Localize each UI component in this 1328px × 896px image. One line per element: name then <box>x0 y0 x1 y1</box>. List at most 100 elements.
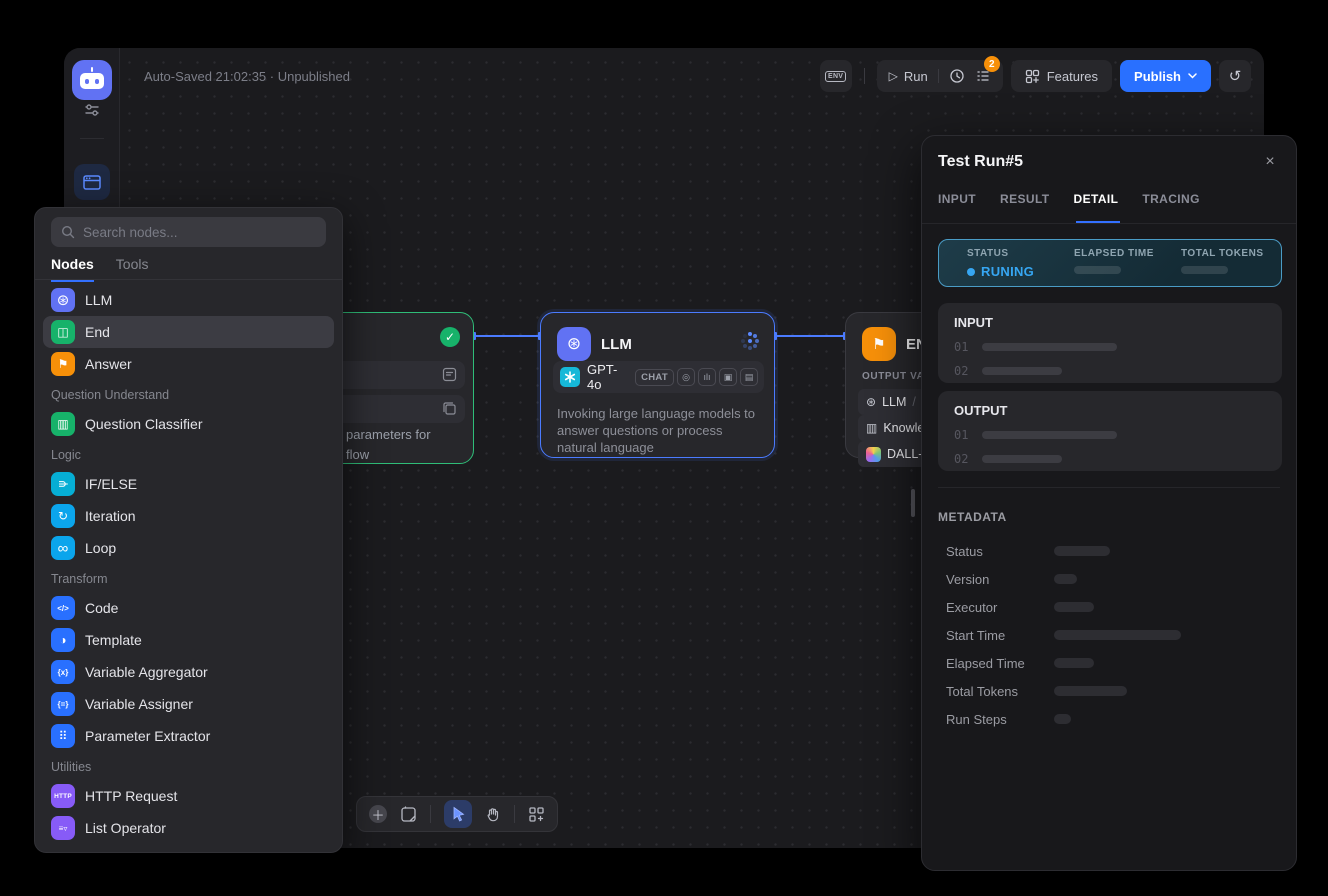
preview-window-button[interactable] <box>74 164 110 200</box>
metadata-row: Run Steps <box>946 712 1280 726</box>
canvas-toolbar: ＋ <box>356 796 558 832</box>
metadata-divider <box>938 487 1280 488</box>
run-button-group: ▷ Run 2 <box>877 60 1003 92</box>
topbar-divider <box>864 68 865 84</box>
features-button[interactable]: Features <box>1011 60 1112 92</box>
llm-node-icon: ⊛ <box>557 327 591 361</box>
skeleton-bar <box>1054 714 1071 724</box>
group-header: Utilities <box>43 752 334 780</box>
hand-tool-button[interactable] <box>485 806 501 822</box>
skeleton-bar <box>982 455 1062 463</box>
test-run-panel: Test Run#5 × INPUT RESULT DETAIL TRACING… <box>921 135 1297 871</box>
input-title: INPUT <box>954 315 1266 330</box>
skeleton-bar <box>982 367 1062 375</box>
node-item-end[interactable]: ◫ End <box>43 316 334 348</box>
sidebar-divider <box>80 138 104 139</box>
total-tokens-label: TOTAL TOKENS <box>1181 248 1264 259</box>
edge-llm-end <box>775 335 845 337</box>
skeleton-bar <box>982 431 1117 439</box>
checklist-button[interactable]: 2 <box>975 68 991 84</box>
skeleton-bar <box>1054 630 1181 640</box>
start-node-description: parameters for flow <box>346 425 431 465</box>
node-item-llm[interactable]: ⊛ LLM <box>43 284 334 316</box>
group-header: Logic <box>43 440 334 468</box>
search-placeholder: Search nodes... <box>83 225 178 240</box>
node-item-variable-assigner[interactable]: {=} Variable Assigner <box>43 688 334 720</box>
skeleton-bar <box>1054 658 1094 668</box>
edge-start-llm <box>474 335 540 337</box>
llm-ref-icon: ⊛ <box>866 395 876 409</box>
end-node-icon: ⚑ <box>862 327 896 361</box>
metadata-row: Total Tokens <box>946 684 1280 698</box>
end-icon: ◫ <box>51 320 75 344</box>
window-icon <box>83 175 101 190</box>
node-item-loop[interactable]: ∞ Loop <box>43 532 334 564</box>
chat-mode-badge: CHAT <box>635 369 674 386</box>
node-item-iteration[interactable]: ↻ Iteration <box>43 500 334 532</box>
history-icon: ↺ <box>1229 67 1242 85</box>
vision-capability-icon: ◎ <box>677 368 695 386</box>
node-item-code[interactable]: </> Code <box>43 592 334 624</box>
node-item-list-operator[interactable]: ≡▿ List Operator <box>43 812 334 844</box>
knowledge-icon: ▥ <box>866 421 877 435</box>
play-icon: ▷ <box>889 69 898 83</box>
status-value: RUNING <box>967 264 1034 279</box>
features-icon <box>1025 69 1040 84</box>
group-header: Transform <box>43 564 334 592</box>
sliders-icon[interactable] <box>84 102 100 118</box>
skeleton-bar <box>1054 546 1110 556</box>
node-item-if-else[interactable]: ⋔ IF/ELSE <box>43 468 334 500</box>
app-icon[interactable] <box>72 60 112 100</box>
llm-node-title: LLM <box>601 336 632 353</box>
elapsed-time-label: ELAPSED TIME <box>1074 248 1154 259</box>
question-classifier-icon: ▥ <box>51 412 75 436</box>
env-variables-button[interactable]: ENV <box>820 60 852 92</box>
node-item-answer[interactable]: ⚑ Answer <box>43 348 334 380</box>
if-else-icon: ⋔ <box>51 472 75 496</box>
run-history-icon[interactable] <box>949 68 965 84</box>
answer-icon: ⚑ <box>51 352 75 376</box>
add-node-button[interactable]: ＋ <box>369 805 387 823</box>
run-button[interactable]: ▷ Run <box>889 69 928 84</box>
chevron-down-icon <box>1188 73 1197 79</box>
tab-tracing[interactable]: TRACING <box>1142 192 1199 206</box>
skeleton-bar <box>1074 266 1121 274</box>
loop-icon: ∞ <box>51 536 75 560</box>
node-item-template[interactable]: ◑ Template <box>43 624 334 656</box>
auto-layout-button[interactable] <box>528 806 545 823</box>
metadata-row: Version <box>946 572 1280 586</box>
tab-result[interactable]: RESULT <box>1000 192 1050 206</box>
toolbar-divider <box>514 805 515 823</box>
list-operator-icon: ≡▿ <box>51 816 75 840</box>
http-request-icon: HTTP <box>51 784 75 808</box>
panel-divider <box>922 223 1296 224</box>
autosave-status: Auto-Saved 21:02:35 · Unpublished <box>144 69 350 84</box>
dalle-icon <box>866 447 881 462</box>
input-card: INPUT 01 02 <box>938 303 1282 383</box>
panel-resize-handle[interactable] <box>911 489 915 517</box>
search-input[interactable]: Search nodes... <box>51 217 326 247</box>
publish-button[interactable]: Publish <box>1120 60 1211 92</box>
pointer-tool-button[interactable] <box>444 800 472 828</box>
llm-node[interactable]: ⊛ LLM GPT-4o CHAT ◎ ılı ▣ ▤ Invoking lar… <box>540 312 775 458</box>
output-card: OUTPUT 01 02 <box>938 391 1282 471</box>
metadata-row: Executor <box>946 600 1280 614</box>
metadata-row: Elapsed Time <box>946 656 1280 670</box>
node-item-variable-aggregator[interactable]: {x} Variable Aggregator <box>43 656 334 688</box>
close-icon[interactable]: × <box>1258 150 1282 174</box>
skeleton-bar <box>1054 602 1094 612</box>
env-icon: ENV <box>825 71 846 82</box>
add-note-button[interactable] <box>400 806 417 823</box>
tab-input[interactable]: INPUT <box>938 192 976 206</box>
node-item-http-request[interactable]: HTTP HTTP Request <box>43 780 334 812</box>
node-item-parameter-extractor[interactable]: ⠿ Parameter Extractor <box>43 720 334 752</box>
group-header: Question Understand <box>43 380 334 408</box>
tab-detail[interactable]: DETAIL <box>1074 192 1119 206</box>
model-selector[interactable]: GPT-4o CHAT ◎ ılı ▣ ▤ <box>553 361 764 393</box>
model-name: GPT-4o <box>587 362 628 392</box>
version-history-button[interactable]: ↺ <box>1219 60 1251 92</box>
node-item-question-classifier[interactable]: ▥ Question Classifier <box>43 408 334 440</box>
success-check-icon: ✓ <box>440 327 460 347</box>
document-capability-icon: ▤ <box>740 368 758 386</box>
parameter-extractor-icon: ⠿ <box>51 724 75 748</box>
